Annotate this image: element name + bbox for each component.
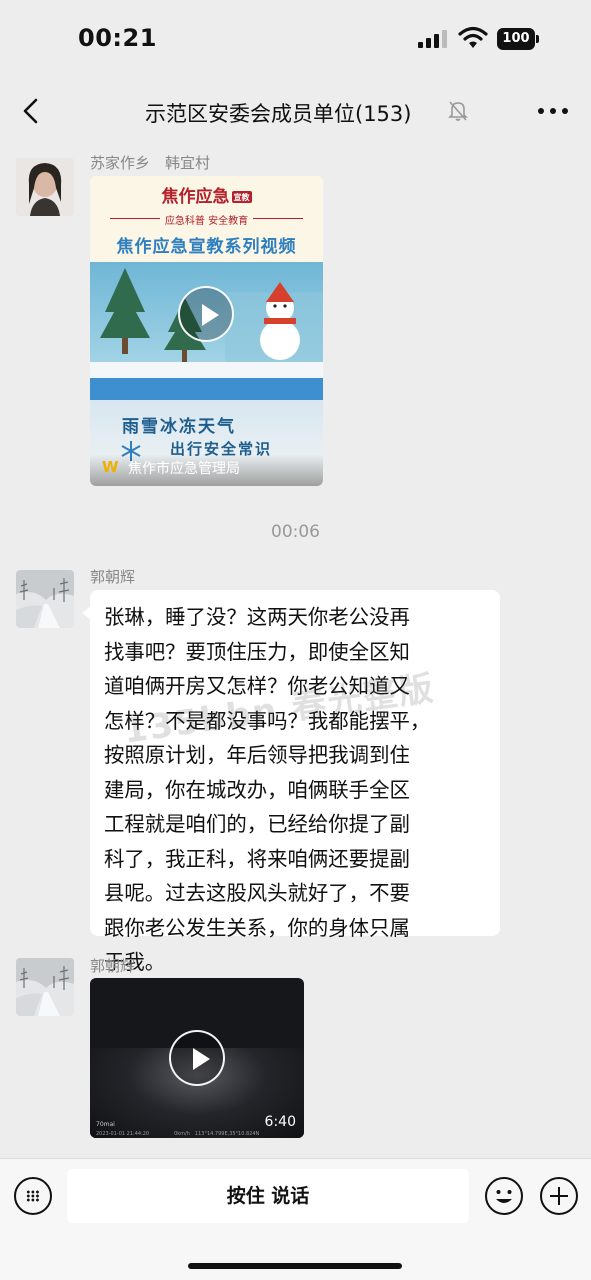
message-text: 张琳，睡了没？这两天你老公没再 找事吧？要顶住压力，即使全区知 道咱俩开房又怎样… [104, 605, 431, 974]
source-logo-icon: W [102, 458, 119, 476]
dashcam-brand: 70mai [96, 1121, 115, 1128]
sender-name: 苏家作乡 韩宜村 [90, 154, 211, 172]
emoji-icon[interactable] [485, 1177, 523, 1215]
wifi-icon [458, 26, 488, 48]
play-icon[interactable] [169, 1030, 225, 1086]
avatar-woman-icon [16, 158, 74, 216]
status-time: 00:21 [78, 24, 157, 52]
sender-name: 郭朝辉 [90, 957, 136, 975]
mute-icon [448, 101, 468, 121]
hold-to-talk-button[interactable]: 按住 说话 [67, 1169, 469, 1223]
card-series-title: 焦作应急宣教系列视频 [116, 237, 297, 257]
card-logo: 焦作应急 宣教 [161, 187, 252, 207]
card-source: 焦作市应急管理局 [128, 461, 240, 477]
avatar-snow-road-icon [16, 958, 74, 1016]
play-icon[interactable] [178, 286, 234, 342]
avatar[interactable] [16, 958, 74, 1016]
dashcam-overlay: 2023-01-01 21:44:20 0km/h 113°14.799E,35… [96, 1131, 260, 1137]
message-bubble[interactable]: 张琳，睡了没？这两天你老公没再 找事吧？要顶住压力，即使全区知 道咱俩开房又怎样… [82, 590, 500, 974]
chat-timestamp: 00:06 [271, 522, 320, 542]
sender-name: 郭朝辉 [90, 568, 136, 586]
avatar-snow-road-icon [16, 570, 74, 628]
chat-header: 示范区安委会成员单位(153) [0, 80, 591, 144]
video-card[interactable]: 焦作应急 宣教 应急科普 安全教育 焦作应急宣教系列视频 雨雪冰冻天气 出行安全常… [90, 176, 323, 486]
input-bar: 按住 说话 [0, 1158, 591, 1280]
video-message[interactable]: 70mai 2023-01-01 21:44:20 0km/h 113°14.7… [90, 978, 304, 1138]
battery-level: 100 [497, 28, 535, 50]
home-indicator [188, 1263, 402, 1269]
card-headline: 雨雪冰冻天气 [122, 417, 236, 437]
voice-icon[interactable] [14, 1177, 52, 1215]
more-icon[interactable] [538, 108, 568, 116]
avatar[interactable] [16, 570, 74, 628]
signal-icon [418, 30, 448, 48]
chat-title: 示范区安委会成员单位(153) [145, 102, 412, 126]
avatar[interactable] [16, 158, 74, 216]
plus-icon[interactable] [540, 1177, 578, 1215]
video-duration: 6:40 [264, 1114, 296, 1130]
back-icon[interactable] [16, 94, 50, 128]
battery-icon: 100 [497, 28, 539, 50]
status-bar: 00:21 100 [0, 0, 591, 80]
card-slogan: 应急科普 安全教育 [164, 216, 249, 227]
